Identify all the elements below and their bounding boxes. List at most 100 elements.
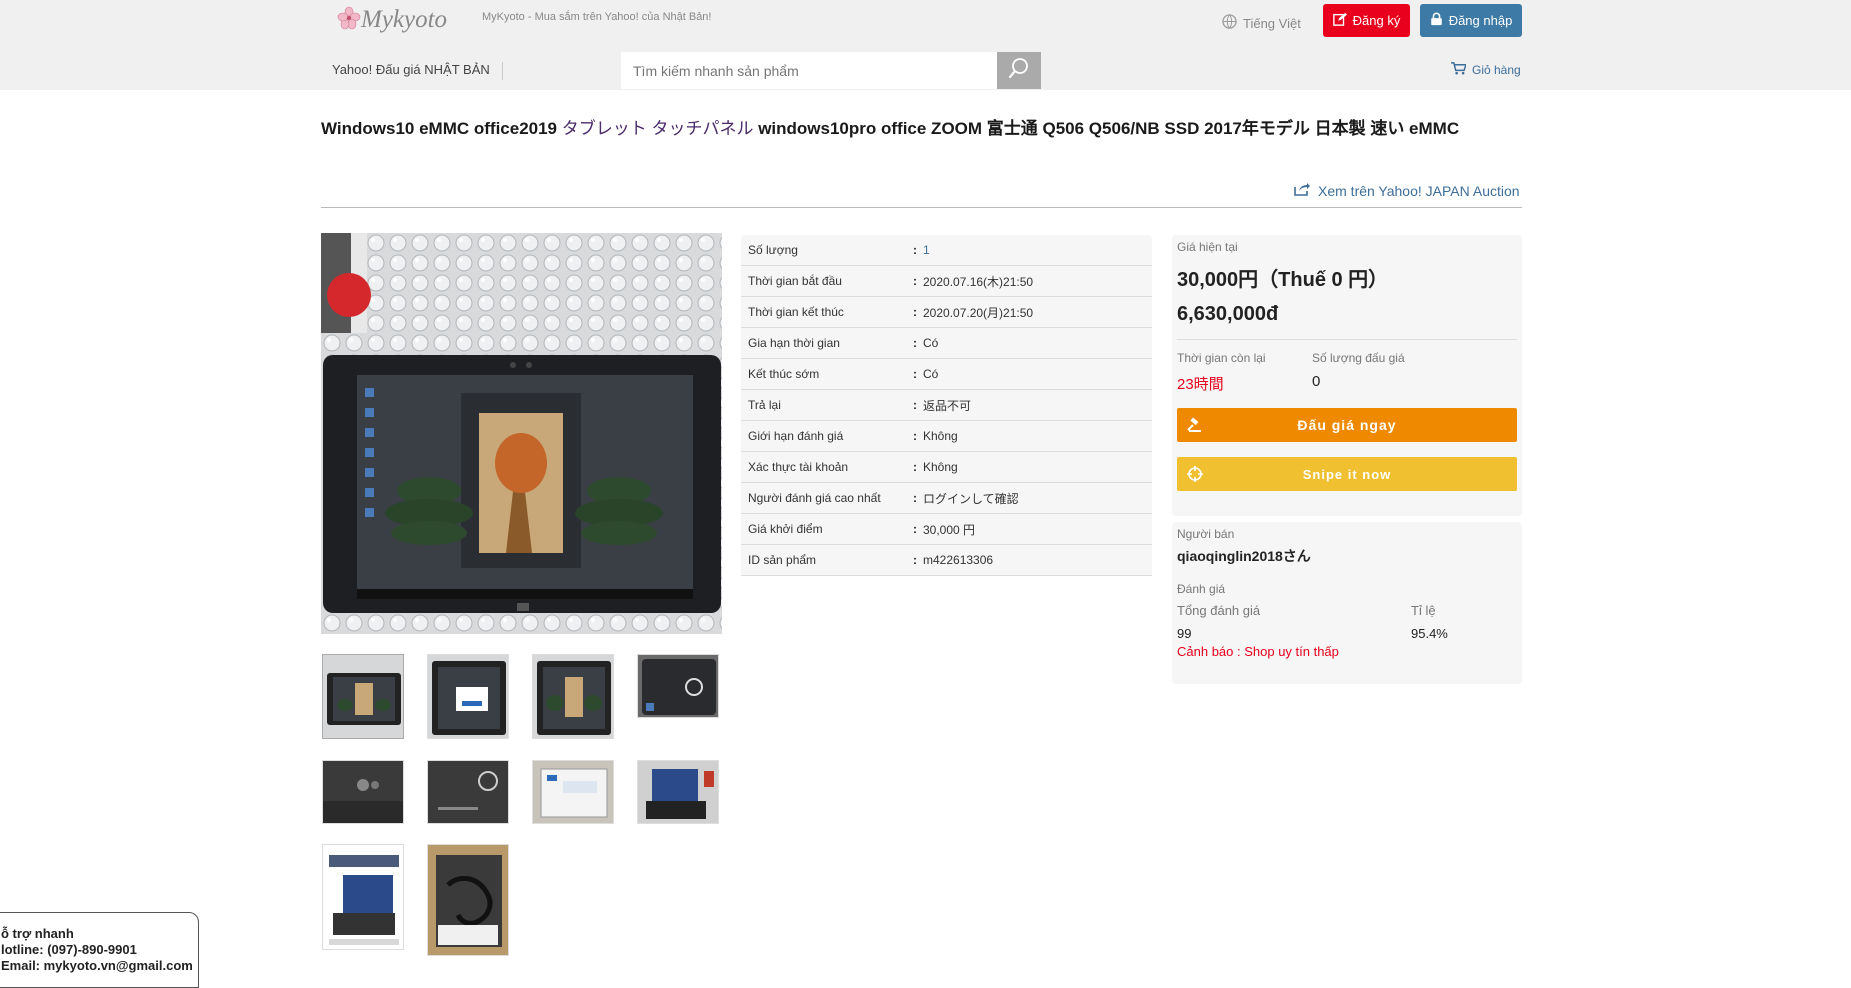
spec-row: Giá khởi điểm:30,000 円 bbox=[741, 514, 1152, 545]
spec-value: 2020.07.20(月)21:50 bbox=[923, 305, 1034, 320]
spec-colon: : bbox=[913, 398, 917, 412]
register-button[interactable]: Đăng ký bbox=[1323, 4, 1410, 37]
spec-value: 返品不可 bbox=[923, 398, 972, 413]
blossom-icon bbox=[337, 6, 361, 35]
cart-label: Giỏ hàng bbox=[1472, 63, 1521, 77]
spec-colon: : bbox=[913, 553, 917, 567]
logo-text: Mykyoto bbox=[361, 6, 448, 33]
spec-label: Số lượng bbox=[748, 243, 798, 257]
main-product-image[interactable] bbox=[321, 233, 722, 634]
thumbnail[interactable] bbox=[637, 760, 719, 824]
search-button[interactable] bbox=[997, 52, 1041, 89]
price-jpy: 30,000円（Thuế 0 円） bbox=[1177, 269, 1389, 291]
yahoo-japan-link[interactable]: Xem trên Yahoo! JAPAN Auction bbox=[1294, 182, 1520, 199]
spec-table: Số lượng:1 Thời gian bắt đầu:2020.07.16(木… bbox=[741, 235, 1152, 576]
spec-label: ID sản phẩm bbox=[748, 553, 817, 567]
search-icon bbox=[1008, 57, 1030, 84]
spec-row: Thời gian bắt đầu:2020.07.16(木)21:50 bbox=[741, 266, 1152, 297]
snipe-label: Snipe it now bbox=[1302, 466, 1392, 482]
spec-label: Kết thúc sớm bbox=[748, 367, 820, 381]
ratio-value: 95.4% bbox=[1411, 626, 1448, 641]
support-title: ỗ trợ nhanh bbox=[1, 926, 74, 941]
spec-value: ログインして確認 bbox=[923, 491, 1019, 506]
thumbnail[interactable] bbox=[427, 654, 509, 739]
spec-colon: : bbox=[913, 243, 917, 257]
seller-name[interactable]: qiaoqinglin2018さん bbox=[1177, 546, 1311, 566]
thumbnail[interactable] bbox=[637, 654, 719, 718]
spec-value: Không bbox=[923, 429, 958, 443]
product-title: Windows10 eMMC office2019 タブレット タッチパネル w… bbox=[321, 118, 1481, 140]
support-hotline: lotline: (097)-890-9901 bbox=[1, 942, 137, 957]
title-part-b: windows10pro office ZOOM 富士通 Q506 Q506/N… bbox=[758, 119, 1460, 138]
spec-label: Người đánh giá cao nhất bbox=[748, 491, 881, 505]
language-label: Tiếng Việt bbox=[1243, 15, 1301, 31]
spec-row: Kết thúc sớm: Có bbox=[741, 359, 1152, 390]
snipe-button[interactable]: Snipe it now bbox=[1177, 457, 1517, 491]
time-left-value: 23時間 bbox=[1177, 376, 1224, 393]
time-left-label: Thời gian còn lại bbox=[1177, 351, 1266, 365]
spec-label: Giá khởi điểm bbox=[748, 522, 823, 536]
spec-label: Trả lại bbox=[748, 398, 781, 412]
language-selector[interactable]: Tiếng Việt bbox=[1222, 14, 1301, 32]
seller-label: Người bán bbox=[1177, 527, 1235, 541]
price-divider bbox=[1177, 339, 1517, 340]
spec-colon: : bbox=[913, 336, 917, 350]
globe-icon bbox=[1222, 14, 1237, 32]
spec-row: Xác thực tài khoản: Không bbox=[741, 452, 1152, 483]
spec-row: Trả lại: 返品不可 bbox=[741, 390, 1152, 421]
spec-value: Có bbox=[923, 336, 939, 350]
current-price-label: Giá hiện tại bbox=[1177, 240, 1238, 254]
thumbnail[interactable] bbox=[532, 654, 614, 739]
spec-colon: : bbox=[913, 491, 917, 505]
spec-value: Không bbox=[923, 460, 958, 474]
thumbnail[interactable] bbox=[322, 844, 404, 950]
thumbnail[interactable] bbox=[427, 760, 509, 824]
ratio-label: Tỉ lệ bbox=[1411, 603, 1436, 618]
search-input[interactable] bbox=[621, 52, 997, 89]
spec-row: Người đánh giá cao nhất: ログインして確認 bbox=[741, 483, 1152, 514]
seller-panel: Người bán qiaoqinglin2018さん Đánh giá Tổn… bbox=[1172, 522, 1522, 684]
support-box: ỗ trợ nhanh lotline: (097)-890-9901 Emai… bbox=[0, 912, 199, 988]
spec-value: 2020.07.16(木)21:50 bbox=[923, 274, 1034, 289]
share-icon bbox=[1294, 182, 1310, 199]
support-email: Email: mykyoto.vn@gmail.com bbox=[1, 958, 193, 973]
crosshair-icon bbox=[1187, 466, 1203, 485]
thumbnail[interactable] bbox=[322, 654, 404, 739]
total-rating-label: Tổng đánh giá bbox=[1177, 603, 1261, 618]
spec-label: Giới hạn đánh giá bbox=[748, 429, 844, 443]
search-bar bbox=[621, 52, 1041, 89]
yahoo-auction-nav[interactable]: Yahoo! Đấu giá NHẬT BẢN bbox=[332, 62, 503, 80]
spec-colon: : bbox=[913, 429, 917, 443]
bid-now-label: Đấu giá ngay bbox=[1297, 417, 1397, 433]
spec-colon: : bbox=[913, 460, 917, 474]
spec-colon: : bbox=[913, 522, 917, 536]
login-button[interactable]: Đăng nhập bbox=[1420, 4, 1522, 37]
spec-row: Số lượng:1 bbox=[741, 235, 1152, 266]
spec-value: 1 bbox=[923, 243, 930, 257]
seller-warning: Cảnh báo : Shop uy tín thấp bbox=[1177, 644, 1339, 659]
spec-row: Gia hạn thời gian: Có bbox=[741, 328, 1152, 359]
thumbnail[interactable] bbox=[532, 760, 614, 824]
spec-colon: : bbox=[913, 274, 917, 288]
thumbnail[interactable] bbox=[322, 760, 404, 824]
bid-count-value: 0 bbox=[1312, 373, 1321, 390]
bid-now-button[interactable]: Đấu giá ngay bbox=[1177, 408, 1517, 442]
thumbnail[interactable] bbox=[427, 844, 509, 956]
spec-value: 30,000 円 bbox=[923, 522, 976, 537]
spec-label: Gia hạn thời gian bbox=[748, 336, 840, 350]
edit-icon bbox=[1332, 12, 1347, 29]
spec-row: Giới hạn đánh giá: Không bbox=[741, 421, 1152, 452]
spec-row: ID sản phẩm: m422613306 bbox=[741, 545, 1152, 576]
logo[interactable]: Mykyoto bbox=[337, 4, 447, 36]
spec-row: Thời gian kết thúc:2020.07.20(月)21:50 bbox=[741, 297, 1152, 328]
spec-colon: : bbox=[913, 305, 917, 319]
spec-label: Thời gian bắt đầu bbox=[748, 274, 842, 288]
bid-count-label: Số lượng đấu giá bbox=[1312, 351, 1405, 365]
yahoo-link-label: Xem trên Yahoo! JAPAN Auction bbox=[1318, 182, 1520, 199]
cart-link[interactable]: Giỏ hàng bbox=[1451, 62, 1521, 78]
title-divider bbox=[321, 207, 1522, 208]
gavel-icon bbox=[1187, 417, 1203, 436]
spec-value: m422613306 bbox=[923, 553, 994, 567]
price-panel: Giá hiện tại 30,000円（Thuế 0 円） 6,630,000… bbox=[1172, 235, 1522, 516]
title-part-jp: タブレット タッチパネル bbox=[561, 119, 759, 138]
